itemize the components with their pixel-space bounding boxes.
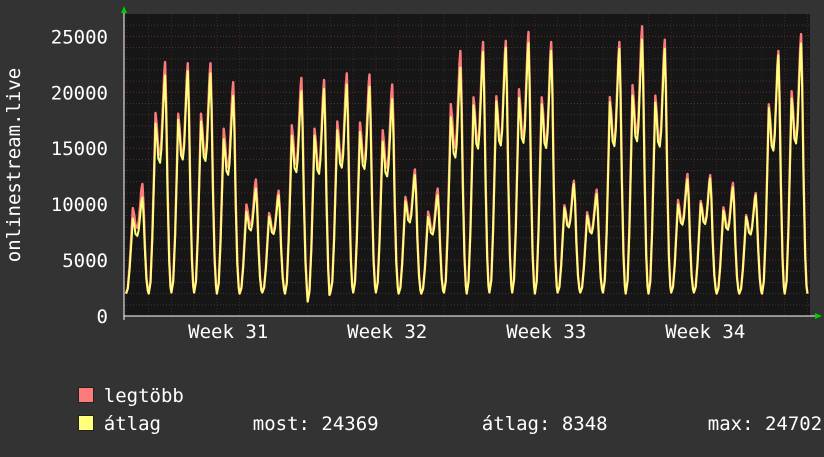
y-tick-label: 20000 [51,82,108,104]
x-tick-label: Week 32 [347,321,427,343]
y-tick-label: 5000 [62,250,108,272]
y-tick-label: 15000 [51,138,108,160]
y-tick-label: 0 [97,306,108,328]
line-chart: 0 5000 10000 15000 20000 25000 Week 31 Week 32… [0,0,824,430]
y-tick-label: 25000 [51,26,108,48]
x-tick-label: Week 31 [188,321,268,343]
y-axis-label: onlinestream.live [3,68,25,262]
x-tick-label: Week 33 [506,321,586,343]
y-tick-label: 10000 [51,194,108,216]
x-tick-label: Week 34 [665,321,745,343]
